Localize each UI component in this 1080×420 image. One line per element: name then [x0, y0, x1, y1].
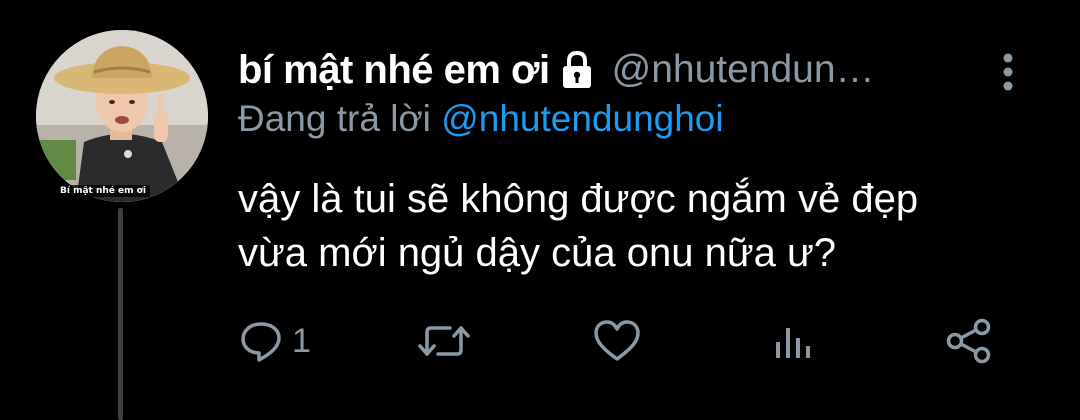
tweet-text: vậy là tui sẽ không được ngắm vẻ đẹp vừa…: [238, 177, 919, 275]
display-name[interactable]: bí mật nhé em ơi: [238, 48, 550, 93]
tweet-header: bí mật nhé em ơi @nhutendun…: [238, 42, 1018, 98]
analytics-icon: [770, 318, 814, 364]
action-bar: 1: [238, 316, 1008, 366]
avatar-image: [36, 30, 208, 202]
handle[interactable]: @nhutendun…: [612, 48, 875, 92]
share-icon: [944, 316, 994, 366]
heart-icon: [592, 318, 642, 364]
share-button[interactable]: [944, 316, 994, 366]
reply-prefix: Đang trả lời: [238, 98, 431, 139]
reply-mention-link[interactable]: @nhutendunghoi: [441, 98, 723, 139]
like-button[interactable]: [592, 316, 642, 366]
tweet[interactable]: Bí mật nhé em ơi bí mật nhé em ơi @nhute…: [0, 0, 1080, 420]
lock-icon: [560, 50, 594, 90]
retweet-button[interactable]: [416, 316, 472, 366]
reply-icon: [238, 318, 284, 364]
reply-button[interactable]: 1: [238, 316, 311, 366]
analytics-button[interactable]: [770, 316, 814, 366]
reply-count: 1: [292, 321, 311, 360]
vertical-ellipsis-icon[interactable]: [996, 52, 1020, 92]
avatar-caption: Bí mật nhé em ơi: [56, 185, 150, 197]
avatar[interactable]: [36, 30, 208, 202]
retweet-icon: [416, 318, 472, 364]
reply-context: Đang trả lời @nhutendunghoi: [238, 98, 724, 140]
thread-line: [118, 208, 123, 420]
